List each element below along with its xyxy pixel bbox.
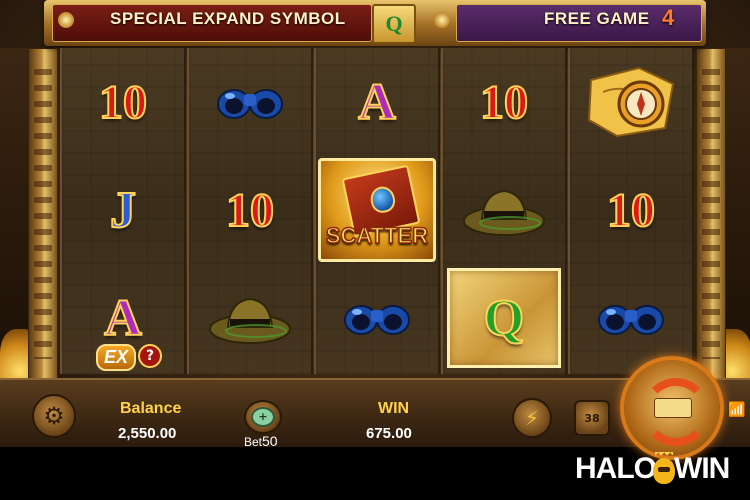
hat-icon <box>443 156 565 264</box>
crown-icon <box>653 452 675 484</box>
spin-button[interactable] <box>620 356 724 460</box>
hat-icon <box>463 189 545 236</box>
reel-2: 10 <box>187 48 313 374</box>
chips-icon: + <box>251 407 275 427</box>
settings-button[interactable]: ⚙ <box>32 394 76 438</box>
special-symbol-letter: Q <box>385 11 403 36</box>
symbol-ten: 10 <box>479 75 529 130</box>
bet-value: 50 <box>262 433 278 447</box>
ornament-icon <box>434 12 450 28</box>
scatter-symbol: SCATTER <box>316 156 438 264</box>
symbol-a: A <box>357 73 397 132</box>
symbol-ten: 10 <box>98 75 148 130</box>
gear-icon: ⚙ <box>43 402 65 430</box>
watermark-text-win: WIN <box>674 452 730 485</box>
hieroglyph-icon <box>654 398 692 418</box>
free-game-count: 4 <box>662 5 675 30</box>
scatter-label: SCATTER <box>325 222 429 249</box>
auto-spin-button[interactable]: 38 <box>574 400 610 436</box>
win-label: WIN <box>378 400 410 417</box>
scarab-icon <box>368 184 398 215</box>
free-game-label: FREE GAME <box>544 9 650 28</box>
expanding-q-symbol: Q <box>443 264 565 372</box>
reel-grid: 10 J A 10 A SCATTER 10 Q 10 <box>60 48 694 374</box>
hat-icon <box>189 264 311 372</box>
special-expand-label: SPECIAL EXPAND SYMBOL <box>110 9 346 28</box>
pillar-left <box>28 48 58 380</box>
ornament-icon <box>58 12 74 28</box>
balance-value: 2,550.00 <box>118 425 177 442</box>
map-compass-icon <box>570 48 692 156</box>
turbo-button[interactable]: ⚡ <box>512 398 552 438</box>
hieroglyph-column <box>702 69 720 359</box>
bet-indicator: Bet50 <box>244 433 278 447</box>
symbol-ten: 10 <box>225 183 275 238</box>
reel-5: 10 <box>568 48 694 374</box>
binoculars-icon <box>189 48 311 156</box>
ex-label: EX <box>96 344 137 371</box>
map-compass-icon <box>587 66 675 138</box>
symbol-ten: 10 <box>606 183 656 238</box>
symbol-j: J <box>109 181 137 240</box>
reel-4: 10 Q <box>441 48 567 374</box>
ex-info-badge[interactable]: EX ? <box>96 344 162 371</box>
binoculars-icon <box>316 264 438 372</box>
wifi-icon: 📶 <box>728 402 746 418</box>
reel-3: A SCATTER <box>314 48 440 374</box>
bet-label: Bet <box>244 435 263 447</box>
pillar-right <box>696 48 726 380</box>
help-icon[interactable]: ? <box>138 344 162 368</box>
binoculars-icon <box>217 89 283 119</box>
binoculars-icon <box>598 305 664 335</box>
auto-spin-count: 38 <box>584 411 600 425</box>
balance-label: Balance <box>120 400 182 417</box>
special-symbol-badge: Q <box>372 4 416 44</box>
bet-button[interactable]: + <box>244 400 282 434</box>
win-value: 675.00 <box>366 425 412 442</box>
watermark-text-halo: HALO <box>575 452 657 485</box>
hat-icon <box>209 297 291 344</box>
reel-1: 10 J A <box>60 48 186 374</box>
scatter-tile: SCATTER <box>318 158 436 262</box>
binoculars-icon <box>344 305 410 335</box>
hieroglyph-column <box>34 69 52 359</box>
lightning-icon: ⚡ <box>524 406 540 430</box>
top-banner: SPECIAL EXPAND SYMBOL Q FREE GAME 4 <box>44 0 706 46</box>
